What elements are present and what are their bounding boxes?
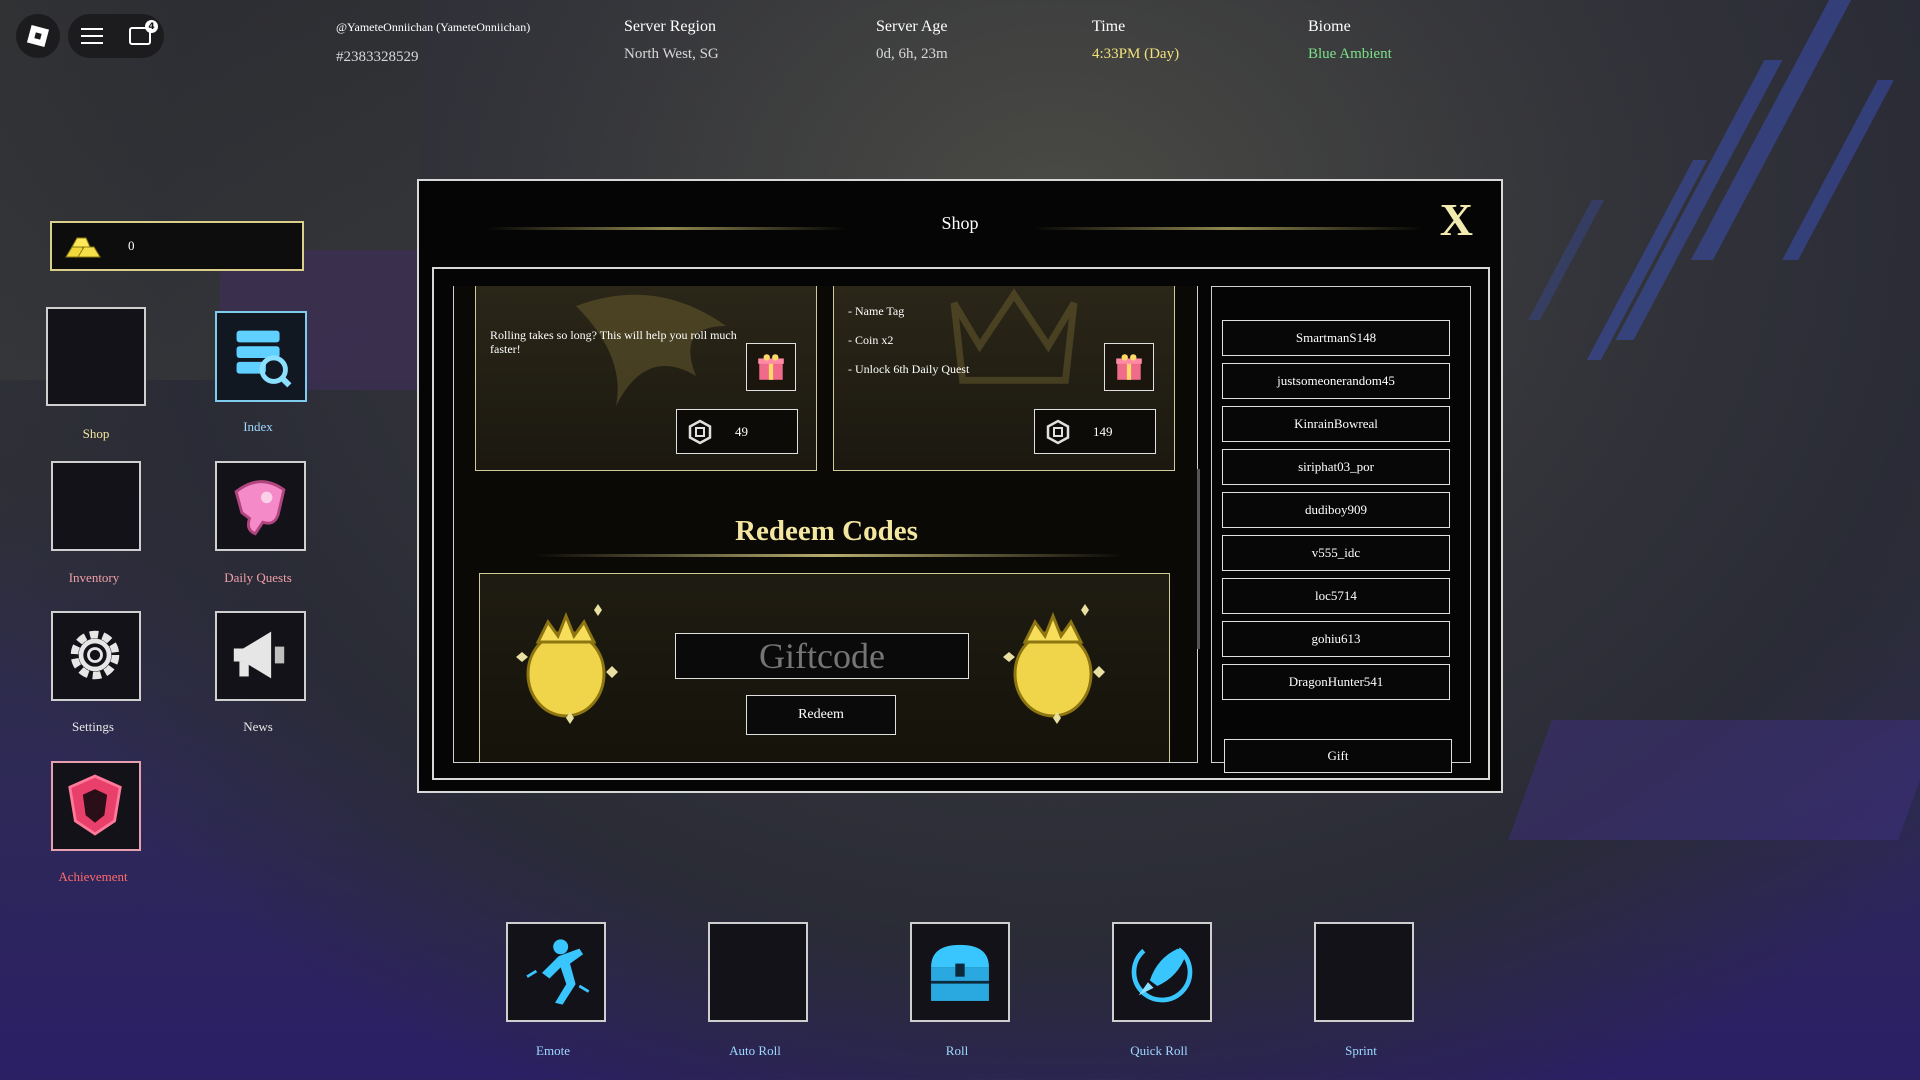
gift-recipient-list: SmartmanS148 justsomeonerandom45 Kinrain… [1211, 286, 1471, 773]
product-price: 149 [1093, 423, 1113, 439]
hamburger-menu-icon[interactable] [81, 28, 103, 44]
biome-value: Blue Ambient [1308, 46, 1392, 62]
biome-info: Biome Blue Ambient [1308, 18, 1392, 63]
robux-icon [1046, 419, 1070, 444]
sprint-label: Sprint [1345, 1043, 1377, 1058]
player-button[interactable]: gohiu613 [1222, 621, 1450, 657]
redeem-divider [534, 554, 1124, 557]
gift-box-icon [1116, 354, 1142, 380]
product-price: 49 [735, 423, 748, 439]
topbar-menu-pill: 4 [68, 14, 164, 58]
index-menu-button[interactable] [215, 311, 307, 402]
robux-icon [688, 419, 712, 444]
player-info: @YameteOnniichan (YameteOnniichan) #2383… [336, 18, 530, 66]
player-button[interactable]: siriphat03_por [1222, 449, 1450, 485]
player-button[interactable]: DragonHunter541 [1222, 664, 1450, 700]
daily-quests-menu-label: Daily Quests [224, 570, 292, 585]
achievement-menu-label: Achievement [58, 869, 128, 884]
emote-dance-icon [526, 939, 590, 1005]
sprint-button[interactable] [1314, 922, 1414, 1022]
server-region-value: North West, SG [624, 46, 719, 62]
quest-scroll-icon [234, 480, 286, 536]
dragon-emblem-icon [576, 294, 726, 406]
news-menu-button[interactable] [215, 611, 306, 701]
time-value: 4:33PM (Day) [1092, 46, 1180, 62]
shop-window: Shop X Rolling takes so long? This will … [417, 179, 1503, 793]
perk-item: - Unlock 6th Daily Quest [848, 362, 970, 376]
gift-product-button[interactable] [746, 343, 796, 391]
buy-product-button[interactable]: 149 [1034, 409, 1156, 454]
news-menu-label: News [243, 719, 273, 734]
roblox-logo-icon [26, 24, 50, 48]
perk-item: - Coin x2 [848, 333, 894, 347]
player-button[interactable]: v555_idc [1222, 535, 1450, 571]
auto-roll-label: Auto Roll [729, 1043, 781, 1058]
shop-menu-label: Shop [82, 426, 110, 441]
server-region-info: Server Region North West, SG [624, 18, 719, 63]
player-button[interactable]: dudiboy909 [1222, 492, 1450, 528]
redeem-codes-panel: Redeem [479, 573, 1170, 762]
quick-roll-rocket-icon [1131, 941, 1193, 1003]
index-database-search-icon [236, 330, 292, 388]
currency-display: 0 [50, 221, 304, 271]
index-menu-label: Index [243, 419, 273, 434]
server-region-label: Server Region [624, 18, 716, 35]
vip-perks-list: - Name Tag - Coin x2 - Unlock 6th Daily … [848, 304, 969, 391]
quick-roll-label: Quick Roll [1130, 1043, 1188, 1058]
gold-treasure-pot-right-icon [1003, 604, 1105, 724]
settings-menu-button[interactable] [51, 611, 141, 701]
buy-product-button[interactable]: 49 [676, 409, 798, 454]
settings-menu-label: Settings [72, 719, 114, 734]
redeem-button[interactable]: Redeem [746, 695, 896, 735]
shop-title: Shop [941, 213, 979, 233]
server-age-info: Server Age 0d, 6h, 23m [876, 18, 948, 63]
server-age-label: Server Age [876, 18, 948, 35]
achievement-menu-button[interactable] [51, 761, 141, 851]
shop-scroll-area[interactable]: Rolling takes so long? This will help yo… [453, 286, 1198, 763]
redeem-codes-title: Redeem Codes [735, 515, 918, 547]
shop-scrollbar[interactable] [1197, 469, 1200, 649]
close-button[interactable]: X [1440, 197, 1473, 243]
gear-icon [70, 630, 120, 680]
roblox-menu-button[interactable] [16, 14, 60, 58]
product-card-quick-roll: Rolling takes so long? This will help yo… [475, 286, 817, 471]
roll-label: Roll [945, 1043, 969, 1058]
server-age-value: 0d, 6h, 23m [876, 46, 948, 62]
auto-roll-button[interactable] [708, 922, 808, 1022]
time-info: Time 4:33PM (Day) [1092, 18, 1179, 63]
quick-roll-button[interactable] [1112, 922, 1212, 1022]
time-label: Time [1092, 18, 1126, 35]
perk-item: - Name Tag [848, 304, 905, 318]
shop-menu-button[interactable] [46, 307, 146, 406]
gift-box-icon [758, 354, 784, 380]
inventory-menu-button[interactable] [51, 461, 141, 551]
username: @YameteOnniichan (YameteOnniichan) [336, 20, 531, 34]
megaphone-icon [233, 631, 285, 679]
chat-notification-badge: 4 [145, 20, 158, 33]
product-description: Rolling takes so long? This will help yo… [490, 328, 737, 356]
product-card-vip: - Name Tag - Coin x2 - Unlock 6th Daily … [833, 286, 1175, 471]
biome-label: Biome [1308, 18, 1351, 35]
inventory-menu-label: Inventory [68, 570, 120, 585]
player-button[interactable]: SmartmanS148 [1222, 320, 1450, 356]
treasure-chest-icon [931, 944, 989, 1001]
player-button[interactable]: justsomeonerandom45 [1222, 363, 1450, 399]
currency-amount: 0 [128, 238, 135, 253]
achievement-shield-icon [68, 774, 122, 836]
chat-icon[interactable]: 4 [129, 20, 158, 45]
emote-label: Emote [536, 1043, 570, 1058]
emote-button[interactable] [506, 922, 606, 1022]
giftcode-input[interactable] [675, 633, 969, 679]
player-button[interactable]: KinrainBowreal [1222, 406, 1450, 442]
gold-treasure-pot-left-icon [516, 604, 618, 724]
gift-button[interactable]: Gift [1224, 739, 1452, 773]
gold-bars-icon [65, 237, 101, 258]
gift-product-button[interactable] [1104, 343, 1154, 391]
title-divider-right [1033, 227, 1423, 230]
player-button[interactable]: loc5714 [1222, 578, 1450, 614]
shop-content: Rolling takes so long? This will help yo… [432, 267, 1490, 780]
daily-quests-menu-button[interactable] [215, 461, 306, 551]
server-id: #2383328529 [336, 49, 419, 65]
roll-button[interactable] [910, 922, 1010, 1022]
